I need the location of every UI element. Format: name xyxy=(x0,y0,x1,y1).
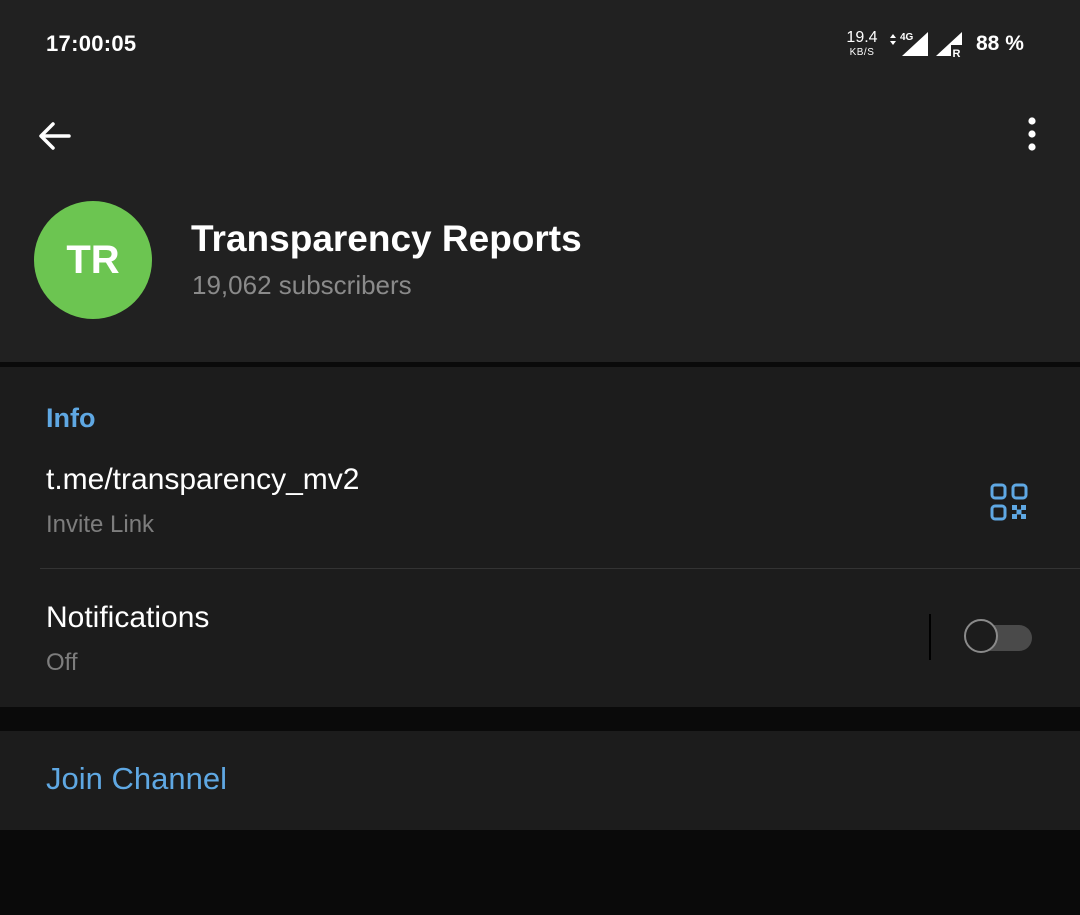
join-channel-button[interactable]: Join Channel xyxy=(0,731,1080,830)
channel-avatar[interactable]: TR xyxy=(34,201,152,319)
status-time: 17:00:05 xyxy=(46,31,137,56)
status-bar: 17:00:05 19.4 KB/S 4G R 88 % xyxy=(0,0,1080,88)
signal-4g-icon: 4G xyxy=(890,32,928,56)
join-channel-label: Join Channel xyxy=(46,761,227,796)
subscriber-count: 19,062 subscribers xyxy=(192,270,412,300)
toggle-knob xyxy=(964,619,998,653)
more-vertical-icon xyxy=(1028,117,1036,151)
avatar-initials: TR xyxy=(66,237,120,282)
invite-link-value: t.me/transparency_mv2 xyxy=(46,463,360,496)
network-speed-value: 19.4 xyxy=(846,29,878,46)
notifications-title: Notifications xyxy=(46,601,210,634)
signal-roaming-icon: R xyxy=(936,32,963,58)
arrow-back-icon xyxy=(39,122,71,150)
more-options-button[interactable] xyxy=(1008,110,1056,158)
notifications-status: Off xyxy=(46,649,78,676)
channel-info-screen: 17:00:05 19.4 KB/S 4G R 88 % TR Transpar… xyxy=(0,0,1080,915)
info-section-title: Info xyxy=(46,403,96,433)
battery-level: 88 % xyxy=(976,32,1024,55)
qr-code-icon xyxy=(990,483,1028,521)
qr-code-button[interactable] xyxy=(986,479,1032,525)
network-type-label: 4G xyxy=(900,32,914,43)
channel-header: 17:00:05 19.4 KB/S 4G R 88 % TR Transpar… xyxy=(0,0,1080,362)
invite-link-label: Invite Link xyxy=(46,511,155,538)
network-speed-unit: KB/S xyxy=(849,47,875,58)
notifications-row[interactable]: Notifications Off xyxy=(0,569,1080,707)
roaming-label: R xyxy=(953,48,961,58)
notifications-toggle[interactable] xyxy=(964,619,1032,657)
info-section: Info t.me/transparency_mv2 Invite Link N… xyxy=(0,367,1080,707)
invite-link-row[interactable]: t.me/transparency_mv2 Invite Link xyxy=(0,451,1080,569)
network-speed: 19.4 KB/S xyxy=(844,30,880,58)
vertical-separator xyxy=(929,614,931,660)
back-button[interactable] xyxy=(30,112,78,160)
channel-title: Transparency Reports xyxy=(191,218,582,259)
